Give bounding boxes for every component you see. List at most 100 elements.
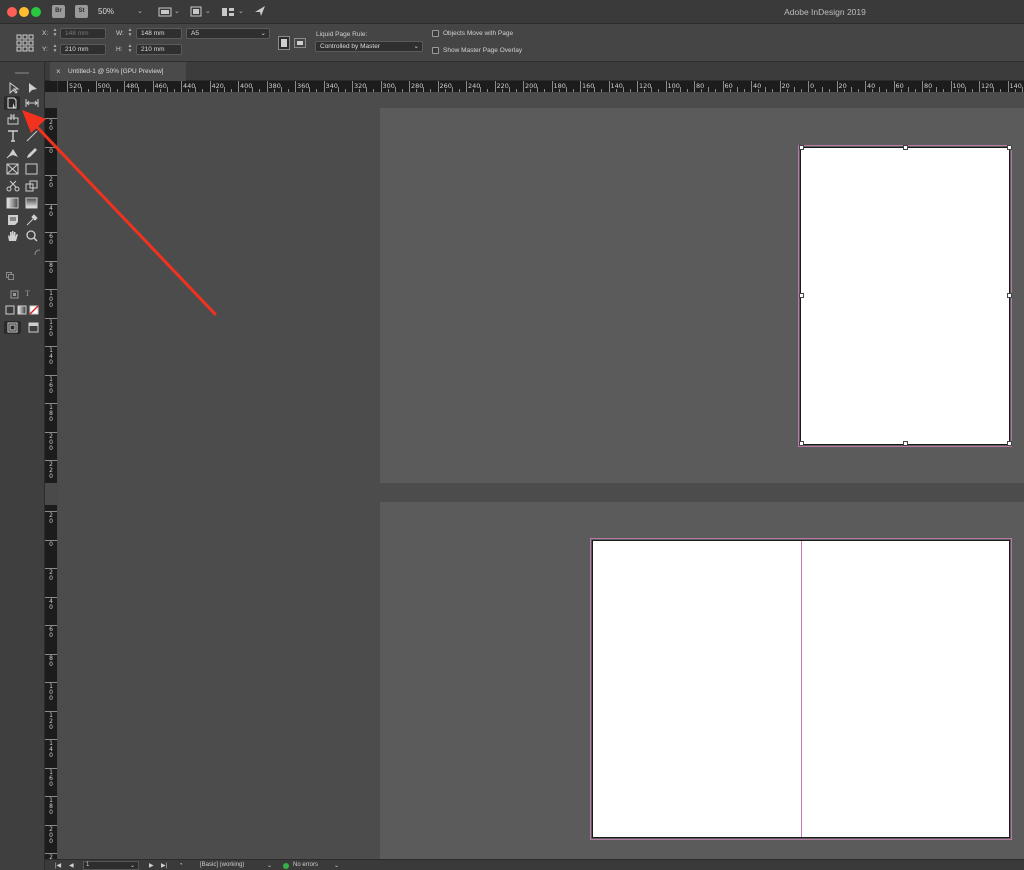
page-number-field[interactable]: 1 ⌄	[83, 861, 139, 870]
previous-page-icon[interactable]: ◀	[69, 862, 74, 869]
selection-handle[interactable]	[1007, 145, 1012, 150]
eyedropper-tool[interactable]	[24, 213, 40, 227]
w-label: W:	[116, 30, 124, 37]
liquid-page-rule-select[interactable]: Controlled by Master ⌄	[315, 41, 423, 52]
rectangle-frame-tool[interactable]	[5, 162, 21, 176]
view-options-icon[interactable]	[190, 6, 202, 17]
publish-online-icon[interactable]	[254, 5, 266, 17]
chevron-down-icon[interactable]: ⌄	[205, 7, 211, 17]
selection-tool[interactable]	[5, 81, 21, 95]
page-tool-icon	[7, 97, 17, 110]
type-tool[interactable]	[5, 129, 21, 143]
next-page-icon[interactable]: ▶	[149, 862, 154, 869]
first-page-icon[interactable]: |◀	[55, 862, 61, 869]
document-tab-bar: « × Untitled-1 @ 50% [GPU Preview]	[0, 62, 1024, 81]
apply-gradient-icon[interactable]	[17, 305, 27, 315]
ruler-origin[interactable]	[45, 81, 58, 92]
chevron-down-icon[interactable]: ⌄	[137, 7, 143, 17]
preflight-profile[interactable]: [Basic] (working)	[200, 862, 244, 868]
gradient-swatch-tool[interactable]	[5, 196, 21, 210]
last-page-icon[interactable]: ▶|	[161, 862, 167, 869]
content-collector-tool[interactable]	[5, 112, 21, 126]
zoom-level-field[interactable]: 50%	[98, 7, 114, 16]
bleed-guide	[798, 145, 1012, 447]
ruler-major-tick	[637, 81, 638, 92]
default-colors-icon[interactable]	[6, 272, 14, 280]
gradient-feather-tool[interactable]	[24, 196, 40, 210]
document-tab[interactable]: × Untitled-1 @ 50% [GPU Preview]	[50, 62, 186, 81]
selection-handle[interactable]	[799, 441, 804, 446]
formatting-affects-text-icon[interactable]: T	[25, 289, 30, 298]
apply-none-icon[interactable]	[29, 305, 39, 315]
selection-handle[interactable]	[799, 293, 804, 298]
chevron-down-icon[interactable]: ⌄	[267, 862, 272, 869]
vertical-ruler-top[interactable]: 2 0 0 2 0 4 0 6 0 8 0 1 0 0 1 2 0 1 4 0 1 6 0 1 8 …	[45, 108, 57, 483]
preflight-status[interactable]: No errors	[293, 862, 318, 868]
control-panel: X: ▲ ▼ 148 mm Y: ▲ ▼ 210 mm W: ▲ ▼ 148 mm H…	[0, 24, 1024, 62]
ruler-major-tick	[779, 81, 781, 92]
screen-mode-icon[interactable]	[158, 7, 172, 17]
gradient-swatch-icon	[6, 197, 19, 209]
reference-point-icon[interactable]	[16, 34, 34, 52]
page-orientation-portrait-icon[interactable]	[278, 36, 290, 50]
minimize-window-button[interactable]	[19, 7, 29, 17]
chevron-down-icon[interactable]: ⌄	[334, 862, 339, 869]
note-tool[interactable]	[5, 213, 21, 227]
gap-tool[interactable]	[24, 96, 40, 110]
tools-panel: T	[0, 62, 45, 870]
rectangle-tool[interactable]	[24, 162, 40, 176]
page-orientation-landscape-icon[interactable]	[294, 38, 306, 48]
zoom-tool[interactable]	[24, 229, 40, 243]
formatting-affects-container-icon[interactable]	[10, 290, 19, 299]
x-field[interactable]: 148 mm	[60, 28, 106, 39]
apply-color-icon[interactable]	[5, 305, 15, 315]
width-field[interactable]: 148 mm	[136, 28, 182, 39]
panel-grip[interactable]	[15, 72, 29, 74]
chevron-down-icon[interactable]: ⌄	[174, 7, 180, 17]
selection-handle[interactable]	[799, 145, 804, 150]
swap-colors-icon[interactable]	[34, 249, 42, 257]
document-canvas[interactable]	[58, 92, 1024, 859]
scissors-tool[interactable]	[5, 179, 21, 193]
h-spinner[interactable]: ▲ ▼	[127, 44, 133, 55]
normal-view-button[interactable]	[4, 321, 21, 334]
spread-2-pages[interactable]	[590, 538, 1012, 840]
sync-icon[interactable]: ◔	[179, 862, 183, 868]
page-1[interactable]	[798, 145, 1012, 447]
direct-selection-tool[interactable]	[24, 81, 40, 95]
title-bar: Br St 50% ⌄ ⌄ ⌄ ⌄ Adobe InDesign 2019	[0, 0, 1024, 24]
bridge-button[interactable]: Br	[52, 5, 65, 18]
rectangle-icon	[25, 163, 38, 175]
free-transform-tool[interactable]	[24, 179, 40, 193]
pen-tool[interactable]	[5, 146, 21, 160]
chevron-down-icon[interactable]: ⌄	[238, 7, 244, 17]
y-spinner[interactable]: ▲ ▼	[52, 44, 58, 55]
ruler-label: 420	[211, 82, 224, 90]
page-size-select[interactable]: A5 ⌄	[186, 28, 270, 39]
page-tool[interactable]	[4, 96, 20, 110]
close-window-button[interactable]	[7, 7, 17, 17]
screen-mode-button[interactable]	[25, 321, 42, 334]
stock-button[interactable]: St	[75, 5, 88, 18]
zoom-window-button[interactable]	[31, 7, 41, 17]
height-field[interactable]: 210 mm	[136, 44, 182, 55]
horizontal-ruler[interactable]: 520 500 480 460 440 420 400 380 360 340 320 300 280 2…	[58, 81, 1024, 92]
show-master-overlay-checkbox[interactable]	[432, 47, 439, 54]
pencil-tool[interactable]	[24, 146, 40, 160]
vertical-ruler-bottom[interactable]: 2 0 0 2 0 4 0 6 0 8 0 1 0 0 1 2 0 1 4 0 1 6 0 1 8 …	[45, 505, 57, 859]
selection-handle[interactable]	[903, 145, 908, 150]
selection-handle[interactable]	[1007, 293, 1012, 298]
liquid-page-rule-label: Liquid Page Rule:	[316, 31, 368, 38]
w-spinner[interactable]: ▲ ▼	[127, 28, 133, 39]
selection-handle[interactable]	[903, 441, 908, 446]
selection-handle[interactable]	[1007, 441, 1012, 446]
arrange-documents-icon[interactable]	[221, 7, 235, 17]
hand-tool[interactable]	[5, 229, 21, 243]
chevron-down-icon: ⌄	[413, 43, 419, 50]
x-spinner[interactable]: ▲ ▼	[52, 28, 58, 39]
line-tool[interactable]	[24, 129, 40, 143]
close-tab-icon[interactable]: ×	[56, 67, 61, 76]
y-field[interactable]: 210 mm	[60, 44, 106, 55]
ruler-label: 1 2 0	[49, 711, 53, 731]
objects-move-with-page-checkbox[interactable]	[432, 30, 439, 37]
